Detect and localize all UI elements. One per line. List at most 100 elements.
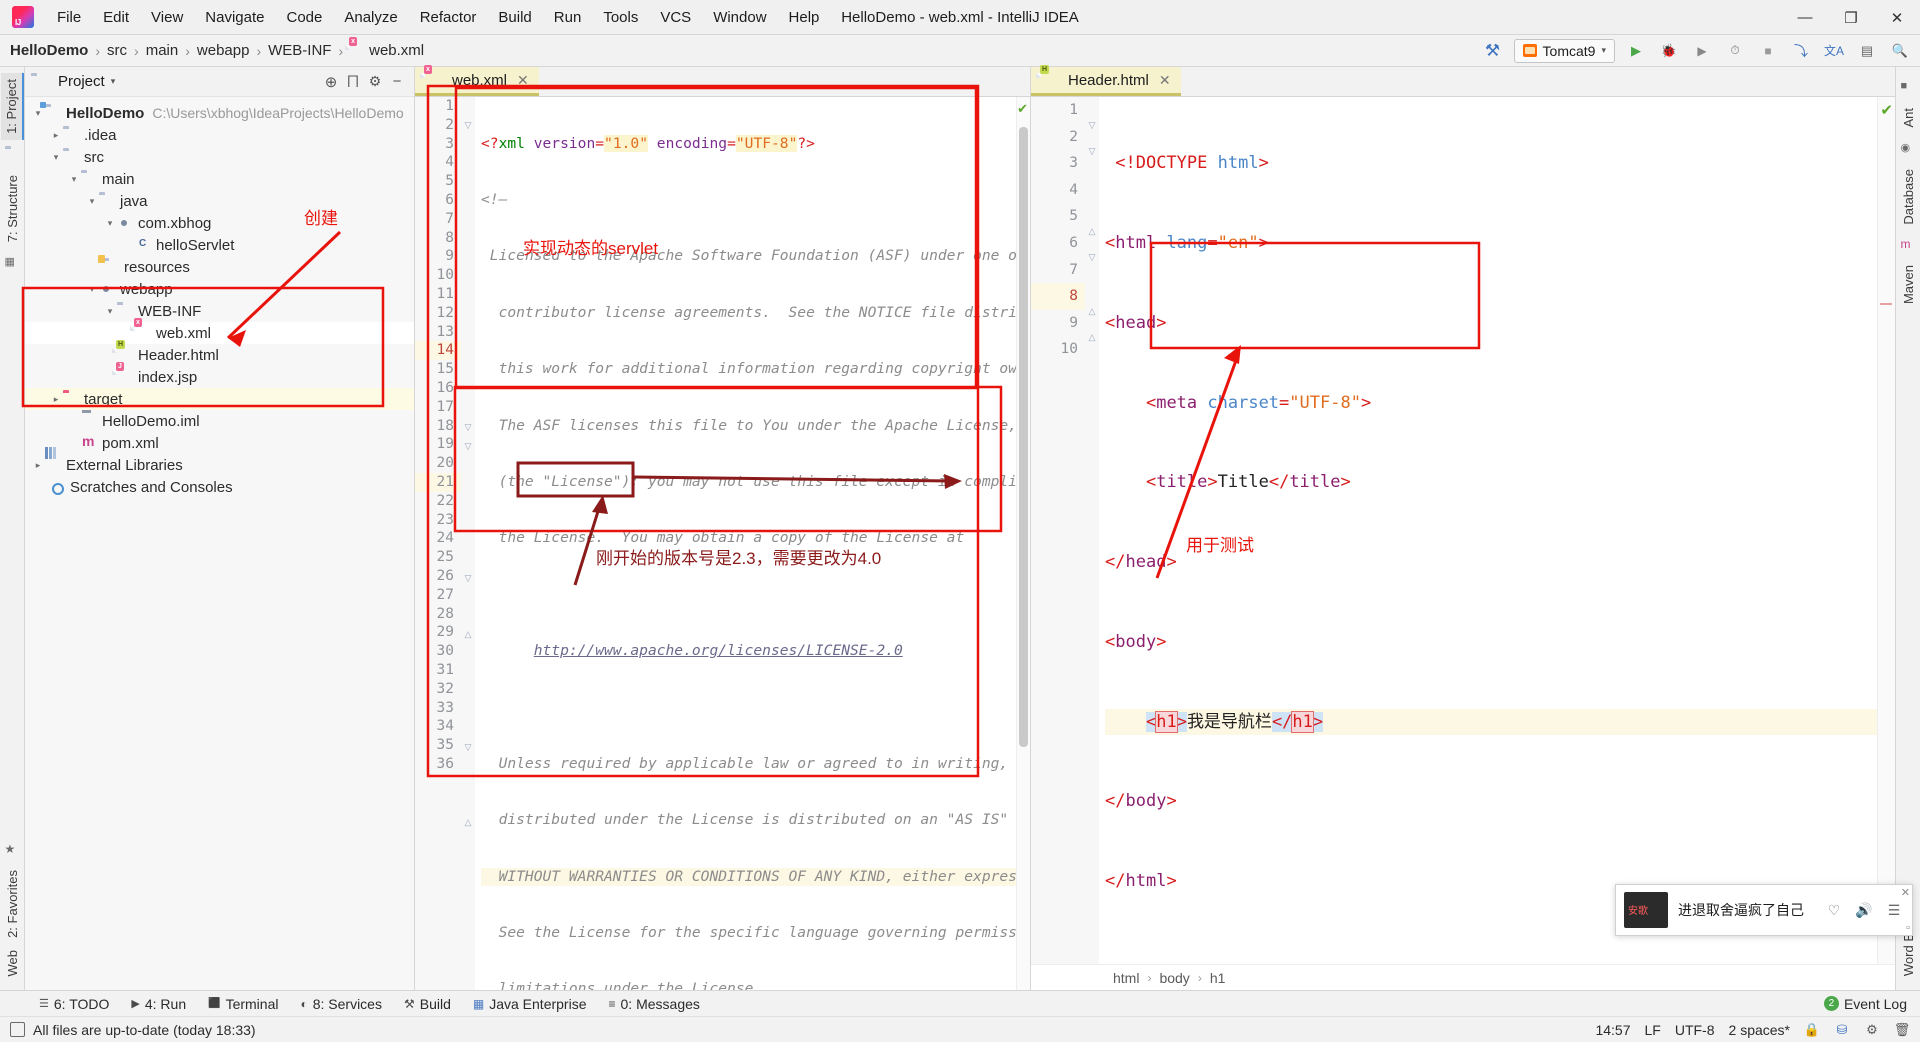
expand-arrow-icon[interactable]: ▾ xyxy=(31,108,45,119)
menu-navigate[interactable]: Navigate xyxy=(194,5,275,30)
music-notification-popup[interactable]: 进退取舍逼疯了自己 ♡ 🔊 ☰ ✕ ▫ xyxy=(1615,884,1913,936)
fold-marker[interactable]: ▽ xyxy=(1087,121,1097,131)
tab-headerhtml[interactable]: H Header.html ✕ xyxy=(1031,65,1181,96)
expand-arrow-icon[interactable]: ▸ xyxy=(49,130,63,141)
playlist-icon[interactable]: ☰ xyxy=(1884,900,1904,920)
tool-button-java-enterprise[interactable]: ▦ Java Enterprise xyxy=(462,994,598,1014)
tool-button-messages[interactable]: ≡ 0: Messages xyxy=(598,994,711,1014)
expand-arrow-icon[interactable]: ▾ xyxy=(103,218,117,229)
tool-tab-web[interactable]: Web xyxy=(2,944,23,983)
expand-arrow-icon[interactable]: ▾ xyxy=(85,196,99,207)
expand-arrow-icon[interactable]: ▾ xyxy=(103,306,117,317)
menu-file[interactable]: File xyxy=(46,5,92,30)
menu-edit[interactable]: Edit xyxy=(92,5,140,30)
tool-tab-database[interactable]: Database xyxy=(1898,163,1919,231)
code-content-headerhtml[interactable]: <!DOCTYPE html> <html lang="en"> <head> … xyxy=(1099,97,1877,964)
update-app-button[interactable]: ⤵ xyxy=(1789,39,1813,63)
gear-icon[interactable]: ⚙ xyxy=(364,71,386,93)
tree-item-iml[interactable]: HelloDemo.iml xyxy=(25,410,414,432)
menu-tools[interactable]: Tools xyxy=(592,5,649,30)
expand-arrow-icon[interactable]: ▾ xyxy=(49,152,63,163)
tab-webxml[interactable]: x web.xml ✕ xyxy=(415,65,539,96)
favorites-star-icon[interactable]: ★ xyxy=(5,842,20,857)
close-icon[interactable]: ✕ xyxy=(1159,72,1171,89)
tool-button-terminal[interactable]: ⬛ Terminal xyxy=(197,994,289,1014)
event-log-button[interactable]: 2 Event Log xyxy=(1815,994,1916,1014)
fold-marker[interactable]: ▽ xyxy=(463,121,473,131)
editor-scrollbar-left[interactable]: ✔ xyxy=(1016,97,1030,990)
menu-vcs[interactable]: VCS xyxy=(649,5,702,30)
tree-item-headerhtml[interactable]: H Header.html xyxy=(25,340,414,366)
tree-item-helloservlet[interactable]: helloServlet xyxy=(25,234,414,256)
branch-icon[interactable]: ⛁ xyxy=(1834,1022,1850,1038)
expand-arrow-icon[interactable]: ▾ xyxy=(85,284,99,295)
tree-item-idea[interactable]: ▸ .idea xyxy=(25,124,414,146)
layout-icon[interactable]: ▤ xyxy=(1855,39,1879,63)
profile-button[interactable]: ⏱ xyxy=(1723,39,1747,63)
folder-strip-icon[interactable] xyxy=(5,147,20,162)
tree-item-package[interactable]: ▾ com.xbhog xyxy=(25,212,414,234)
menu-view[interactable]: View xyxy=(140,5,194,30)
tree-item-resources[interactable]: resources xyxy=(25,256,414,278)
trash-icon[interactable]: 🗑 xyxy=(1894,1022,1911,1038)
tool-tab-structure[interactable]: 7: Structure xyxy=(2,169,23,248)
fold-marker[interactable]: △ xyxy=(1087,227,1097,237)
lock-icon[interactable]: 🔒 xyxy=(1804,1022,1820,1038)
line-separator-label[interactable]: LF xyxy=(1645,1022,1661,1038)
tool-button-services[interactable]: ◐ 8: Services xyxy=(289,994,393,1014)
fold-marker[interactable]: ▽ xyxy=(1087,253,1097,263)
tree-item-java[interactable]: ▾ java xyxy=(25,190,414,212)
tree-item-webxml[interactable]: x web.xml xyxy=(25,318,414,344)
heart-icon[interactable]: ♡ xyxy=(1824,900,1844,920)
tree-item-src[interactable]: ▾ src xyxy=(25,146,414,168)
tool-tab-project[interactable]: 1: Project xyxy=(0,73,24,140)
encoding-label[interactable]: UTF-8 xyxy=(1675,1022,1715,1038)
fold-marker[interactable]: △ xyxy=(1087,307,1097,317)
ant-icon[interactable]: ■ xyxy=(1901,80,1916,95)
database-icon[interactable]: ◉ xyxy=(1901,141,1916,156)
breadcrumb-body[interactable]: body xyxy=(1159,970,1189,986)
code-content-webxml[interactable]: <?xml version="1.0" encoding="UTF-8"?> <… xyxy=(475,97,1016,990)
fold-marker[interactable]: ▽ xyxy=(1087,147,1097,157)
tool-button-build[interactable]: ⚒ Build xyxy=(393,994,462,1014)
tool-tab-maven[interactable]: Maven xyxy=(1898,259,1919,310)
run-configuration-selector[interactable]: Tomcat9 ▾ xyxy=(1513,38,1615,63)
expand-arrow-icon[interactable]: ▸ xyxy=(49,394,63,405)
breadcrumb-webxml[interactable]: x web.xml xyxy=(349,37,424,59)
editor-scrollbar-right[interactable]: ✔ xyxy=(1877,97,1895,964)
menu-analyze[interactable]: Analyze xyxy=(333,5,408,30)
maven-icon[interactable]: m xyxy=(1901,237,1916,252)
menu-build[interactable]: Build xyxy=(487,5,542,30)
fold-marker[interactable]: ▽ xyxy=(463,442,473,452)
tree-item-hellodemo[interactable]: ▾ HelloDemo C:\Users\xbhog\IdeaProjects\… xyxy=(25,102,414,124)
breadcrumb-webapp[interactable]: webapp xyxy=(197,42,250,59)
menu-refactor[interactable]: Refactor xyxy=(409,5,488,30)
tree-item-main[interactable]: ▾ main xyxy=(25,168,414,190)
menu-code[interactable]: Code xyxy=(275,5,333,30)
fold-marker[interactable]: ▽ xyxy=(463,743,473,753)
close-icon[interactable]: ✕ xyxy=(1901,886,1910,899)
error-stripe-marker[interactable] xyxy=(1880,303,1892,305)
minimize-button[interactable]: — xyxy=(1782,0,1828,35)
menu-run[interactable]: Run xyxy=(543,5,593,30)
indent-label[interactable]: 2 spaces* xyxy=(1729,1022,1790,1038)
collapse-all-icon[interactable]: ⨅ xyxy=(342,71,364,93)
tree-item-target[interactable]: ▸ target xyxy=(25,388,414,410)
gear-icon[interactable]: ⚙ xyxy=(1864,1022,1880,1038)
fold-marker[interactable]: △ xyxy=(463,630,473,640)
translate-icon[interactable]: 文A xyxy=(1822,39,1846,63)
structure-strip-icon[interactable]: ▦ xyxy=(5,255,20,270)
close-icon[interactable]: ✕ xyxy=(517,72,529,89)
tree-item-pomxml[interactable]: pom.xml xyxy=(25,432,414,454)
breadcrumb-h1[interactable]: h1 xyxy=(1210,970,1226,986)
menu-help[interactable]: Help xyxy=(778,5,831,30)
debug-button[interactable]: 🐞 xyxy=(1657,39,1681,63)
hide-panel-icon[interactable]: − xyxy=(386,71,408,93)
volume-icon[interactable]: 🔊 xyxy=(1854,900,1874,920)
chevron-down-icon[interactable]: ▾ xyxy=(111,76,116,87)
run-button[interactable]: ▶ xyxy=(1624,39,1648,63)
stop-button[interactable]: ■ xyxy=(1756,39,1780,63)
breadcrumb-src[interactable]: src xyxy=(107,42,127,59)
tool-tab-favorites[interactable]: 2: Favorites xyxy=(2,864,23,944)
tool-button-run[interactable]: ▶ 4: Run xyxy=(120,994,197,1014)
